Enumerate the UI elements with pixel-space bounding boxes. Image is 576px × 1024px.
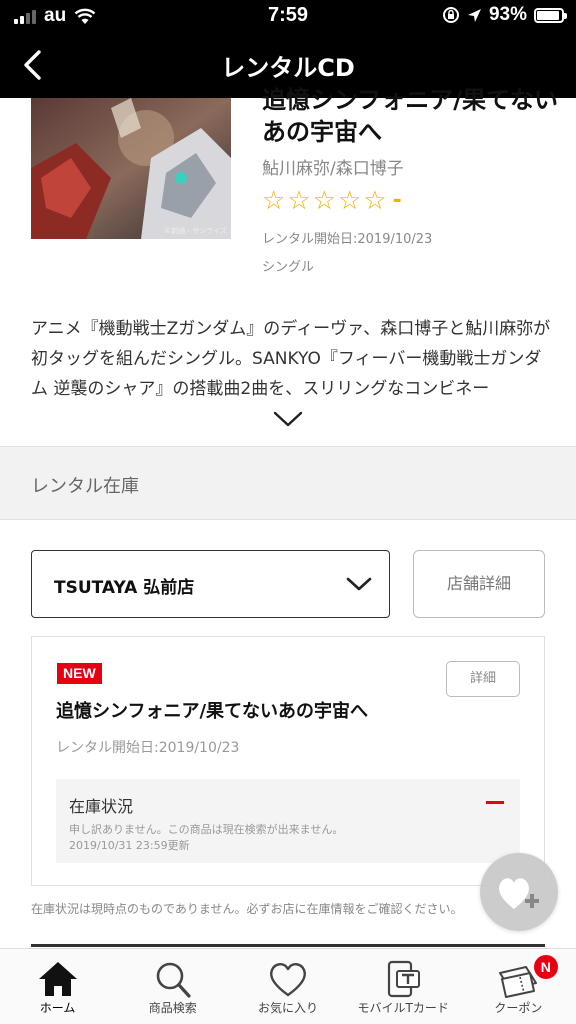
stock-notice: 在庫状況は現時点のものでありません。必ずお店に在庫情報をご確認ください。	[31, 902, 463, 916]
star-icon: ☆	[312, 186, 336, 216]
tab-label: 商品検索	[148, 1001, 197, 1015]
battery-icon	[534, 7, 567, 23]
stock-status-indicator	[486, 801, 504, 804]
stock-status-box: 在庫状況 申し訳ありません。この商品は現在検索が出来ません。 2019/10/3…	[56, 779, 520, 863]
tab-label: モバイルTカード	[357, 1001, 449, 1015]
tab-tcard[interactable]: モバイルTカード	[346, 949, 461, 1024]
product-header: ©創通・サンライズ 追憶シンフォニア/果てないあの宇宙へ 鮎川麻弥/森口博子 ☆…	[0, 86, 576, 298]
tab-search[interactable]: 商品検索	[115, 949, 230, 1024]
battery-percent: 93%	[488, 4, 527, 25]
detail-button[interactable]: 詳細	[446, 661, 520, 697]
star-icon: ☆	[337, 186, 362, 216]
format-label: シングル	[262, 260, 315, 275]
rotation-lock-icon	[442, 7, 459, 23]
star-icon: ☆	[287, 186, 311, 216]
page-title: レンタルCD	[221, 54, 355, 82]
album-jacket-image: ©創通・サンライズ	[31, 98, 231, 239]
store-name: TSUTAYA 弘前店	[54, 578, 195, 598]
status-right: 93%	[442, 4, 567, 26]
tab-coupon[interactable]: N クーポン	[461, 949, 576, 1024]
card-title: 追憶シンフォニア/果てないあの宇宙へ	[56, 701, 369, 722]
heart-plus-icon	[499, 878, 539, 909]
tab-bar: ホーム 商品検索 お気に入り モバイルTカード N クーポン	[0, 948, 576, 1024]
chevron-down-icon[interactable]	[272, 408, 304, 430]
card-rental-date: レンタル開始日:2019/10/23	[56, 740, 240, 756]
product-title: 追憶シンフォニア/果てないあの宇宙へ	[262, 86, 559, 146]
stock-card: NEW 詳細 追憶シンフォニア/果てないあの宇宙へ レンタル開始日:2019/1…	[31, 636, 545, 886]
stock-status-label: 在庫状況	[69, 797, 134, 816]
product-description: アニメ『機動戦士Zガンダム』のディーヴァ、森口博子と鮎川麻弥が初タッグを組んだシ…	[31, 319, 551, 399]
tab-label: ホーム	[39, 1001, 76, 1015]
home-icon	[38, 962, 77, 996]
tab-favorites[interactable]: お気に入り	[230, 949, 345, 1024]
tab-label: クーポン	[494, 1001, 543, 1015]
status-bar: au 7:59 93%	[0, 0, 576, 32]
tab-home[interactable]: ホーム	[0, 949, 115, 1024]
tcard-icon	[388, 960, 421, 998]
notification-badge: N	[533, 955, 558, 979]
star-icon: ☆	[363, 186, 387, 216]
new-badge: NEW	[57, 663, 102, 684]
add-favorite-button[interactable]	[480, 853, 558, 931]
stock-status-message: 申し訳ありません。この商品は現在検索が出来ません。	[69, 823, 344, 836]
location-icon	[467, 8, 481, 22]
heart-icon	[270, 963, 306, 997]
store-detail-button[interactable]: 店舗詳細	[413, 550, 545, 618]
artist-name[interactable]: 鮎川麻弥/森口博子	[262, 154, 404, 179]
stock-updated-time: 2019/10/31 23:59更新	[69, 839, 190, 852]
section-title: レンタル在庫	[31, 476, 139, 497]
star-rating: ☆ ☆ ☆ ☆ ☆ -	[262, 188, 402, 214]
search-icon	[156, 962, 191, 998]
tab-label: お気に入り	[258, 1001, 319, 1015]
divider	[31, 944, 545, 947]
star-icon: ☆	[262, 186, 286, 216]
jacket-credit: ©創通・サンライズ	[164, 227, 227, 235]
rating-value: -	[392, 188, 402, 213]
section-header: レンタル在庫	[0, 446, 576, 520]
store-select[interactable]: TSUTAYA 弘前店	[31, 550, 390, 618]
rental-start-date: レンタル開始日:2019/10/23	[262, 232, 433, 247]
chevron-down-icon	[346, 577, 372, 591]
